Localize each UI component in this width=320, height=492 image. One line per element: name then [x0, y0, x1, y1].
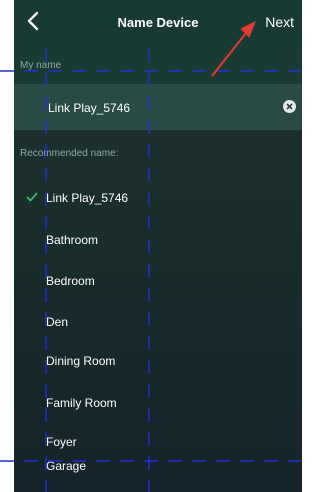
list-item-label: Link Play_5746	[46, 191, 129, 205]
list-item[interactable]: Family Room	[14, 383, 302, 423]
device-name-input[interactable]	[46, 84, 270, 132]
page-title: Name Device	[117, 15, 199, 30]
list-item-label: Bedroom	[46, 274, 95, 288]
list-item-label: Den	[46, 315, 69, 329]
list-item-label: Dining Room	[46, 354, 116, 368]
next-button[interactable]: Next	[265, 14, 294, 30]
close-icon	[286, 103, 293, 110]
list-item[interactable]: Dining Room	[14, 341, 302, 381]
list-item-label: Bathroom	[46, 233, 99, 247]
list-item-label: Garage	[46, 459, 87, 473]
recommended-header: Recommended name:	[14, 130, 302, 176]
my-name-row	[14, 84, 302, 132]
phone-screen: Name Device Next My name Recommended nam…	[14, 0, 302, 492]
list-item[interactable]: Garage	[14, 446, 302, 486]
navigation-bar: Name Device Next	[14, 0, 302, 46]
list-item[interactable]: Bedroom	[14, 261, 302, 301]
my-name-header: My name	[14, 46, 302, 84]
clear-button[interactable]	[283, 100, 296, 113]
list-item[interactable]: Bathroom	[14, 220, 302, 260]
checkmark-icon	[26, 192, 38, 202]
list-item[interactable]: Den	[14, 302, 302, 342]
list-item[interactable]: Link Play_5746	[14, 178, 302, 218]
list-item-label: Family Room	[46, 396, 117, 410]
